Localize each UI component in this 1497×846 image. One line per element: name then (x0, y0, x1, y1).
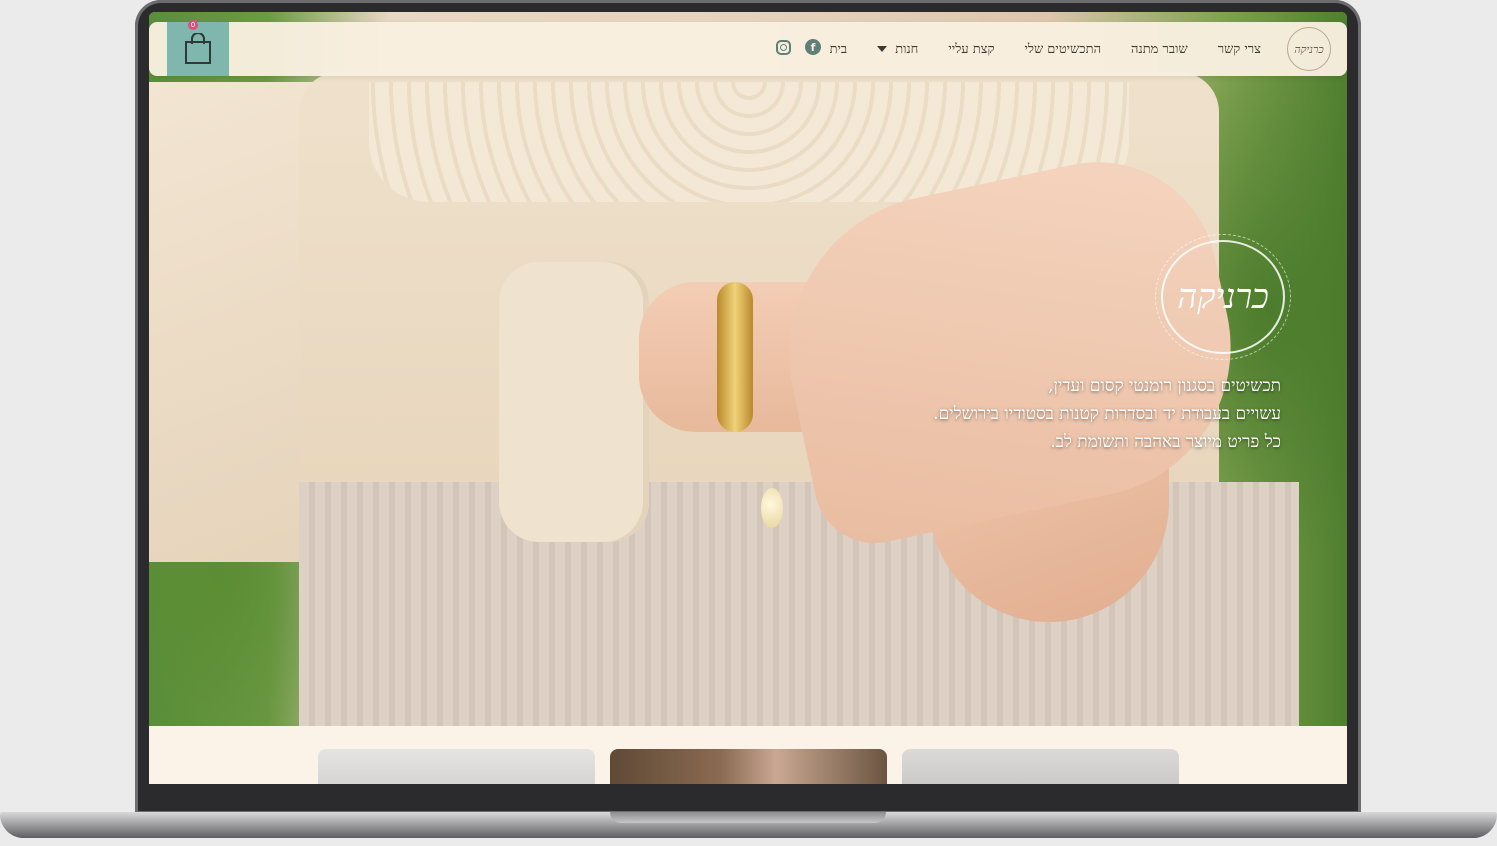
hero-banner: כרניקה תכשיטים בסגנון רומנטי קסום ועדין,… (149, 12, 1347, 742)
hero-line-2: עשויים בעבודת יד ובסדרות קטנות בסטודיו ב… (933, 404, 1281, 424)
cart-button[interactable]: 0 (167, 20, 229, 76)
product-card[interactable] (318, 749, 595, 784)
hero-image-bracelet (717, 282, 753, 432)
nav-item-my-jewelry[interactable]: התכשיטים שלי (1024, 41, 1101, 57)
nav-item-gift-voucher[interactable]: שובר מתנה (1131, 41, 1188, 57)
hero-image-pendant (761, 488, 783, 528)
nav-item-shop[interactable]: חנות (877, 41, 918, 57)
hero-line-3: כל פריט מיוצר באהבה ותשומת לב. (1050, 432, 1281, 452)
shopping-bag-icon (185, 33, 211, 64)
nav-item-label: התכשיטים שלי (1024, 42, 1102, 57)
product-cards-strip (149, 726, 1347, 784)
nav-item-home[interactable]: בית (830, 41, 848, 57)
cart-count-badge: 0 (188, 20, 198, 30)
chevron-down-icon (877, 46, 888, 52)
laptop-notch (610, 812, 886, 823)
facebook-icon[interactable]: f (805, 39, 821, 55)
instagram-icon[interactable] (775, 39, 791, 55)
hero-image-cuff (499, 262, 649, 542)
hero-line-1: תכשיטים בסגנון רומנטי קסום ועדין, (1048, 376, 1281, 396)
site-logo[interactable]: כרניקה (1287, 27, 1331, 71)
browser-screen: כרניקה תכשיטים בסגנון רומנטי קסום ועדין,… (149, 12, 1347, 784)
nav-item-contact[interactable]: צרי קשר (1218, 41, 1261, 57)
nav-item-label: קצת עליי (948, 42, 995, 57)
nav-item-label: שובר מתנה (1131, 42, 1188, 57)
hero-tagline: תכשיטים בסגנון רומנטי קסום ועדין, עשויים… (761, 372, 1281, 456)
site-logo-text: כרניקה (1294, 42, 1324, 56)
hero-logo: כרניקה (1155, 234, 1291, 360)
product-card[interactable] (610, 749, 887, 784)
nav-item-label: צרי קשר (1217, 42, 1261, 57)
social-links: f (775, 39, 821, 55)
nav-item-about[interactable]: קצת עליי (948, 41, 994, 57)
main-nav: בית חנות קצת עליי התכשיטים שלי שובר מתנה… (830, 22, 1261, 76)
product-card[interactable] (902, 749, 1179, 784)
nav-item-label: בית (829, 42, 848, 57)
site-header: כרניקה בית חנות קצת עליי התכשיטים שלי שו… (149, 20, 1347, 76)
nav-item-label: חנות (895, 42, 919, 57)
hero-logo-text: כרניקה (1177, 277, 1269, 317)
